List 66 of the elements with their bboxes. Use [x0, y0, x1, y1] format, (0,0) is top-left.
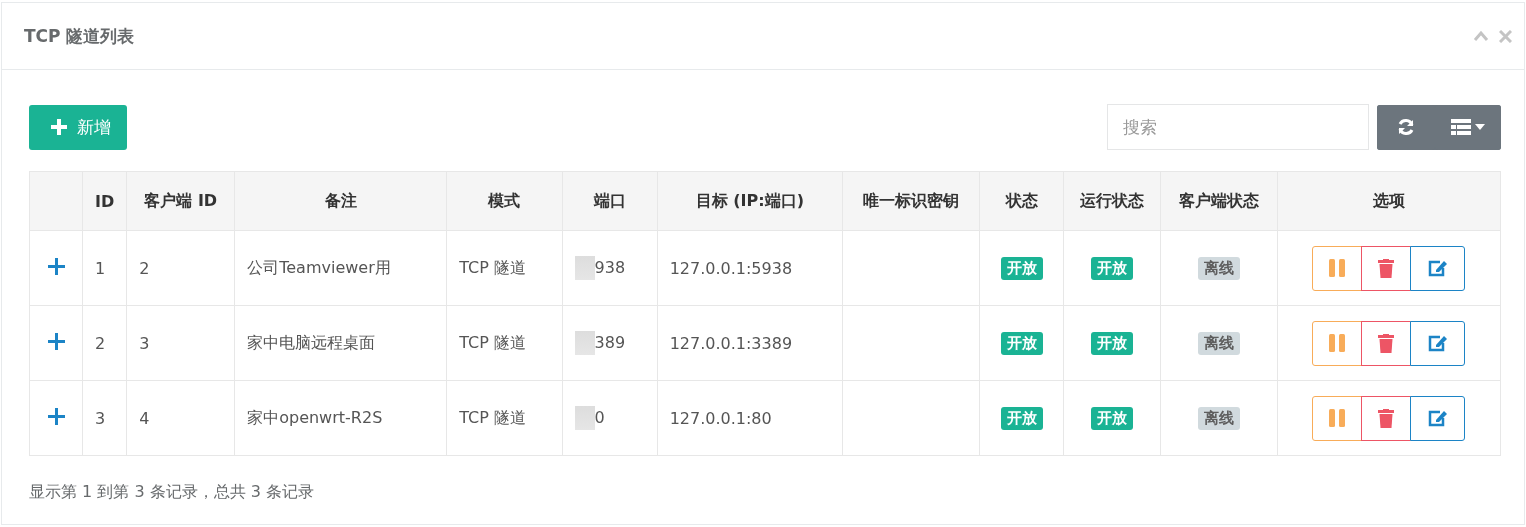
table-cell: 2 — [126, 230, 235, 306]
redaction-mark — [574, 331, 595, 355]
caret-icon — [1475, 124, 1485, 130]
port-text: 0 — [594, 407, 605, 427]
table-cell: 4 — [126, 380, 235, 456]
search-field[interactable]: 搜索 — [1107, 104, 1369, 150]
table-cell: 127.0.0.1:5938 — [657, 230, 843, 306]
column-header[interactable]: 唯一标识密钥 — [842, 171, 980, 231]
table-cell: TCP 隧道 — [446, 380, 563, 456]
delete-button[interactable] — [1361, 395, 1412, 441]
status-badge: 开放 — [1000, 406, 1043, 430]
status-badge: 开放 — [1091, 331, 1134, 355]
status-badge: 开放 — [1091, 406, 1134, 430]
table-cell: 2 — [82, 305, 127, 381]
table-cell: 公司Teamviewer用 — [234, 230, 447, 306]
table-cell: 家中openwrt-R2S — [234, 380, 447, 456]
edit-button[interactable] — [1410, 245, 1466, 291]
edit-icon — [1427, 334, 1448, 352]
pause-icon — [1329, 259, 1346, 277]
edit-button[interactable] — [1410, 320, 1466, 366]
redaction-mark — [574, 406, 595, 430]
table-icon — [1451, 119, 1471, 135]
table-cell: 1 — [82, 230, 127, 306]
edit-icon — [1427, 259, 1448, 277]
expand-icon[interactable] — [47, 332, 65, 350]
table-cell: 127.0.0.1:3389 — [657, 305, 843, 381]
column-header[interactable]: 客户端状态 — [1160, 171, 1278, 231]
column-header[interactable]: ID — [82, 171, 127, 231]
plus-icon — [49, 117, 69, 137]
trash-icon — [1378, 258, 1395, 278]
edit-icon — [1427, 409, 1448, 427]
table-cell: TCP 隧道 — [446, 305, 563, 381]
column-header[interactable]: 目标 (IP:端口) — [657, 171, 843, 231]
expand-icon[interactable] — [47, 257, 65, 275]
expand-icon[interactable] — [47, 407, 65, 425]
port-text: 389 — [594, 332, 626, 352]
port-text: 938 — [594, 257, 626, 277]
status-badge: 离线 — [1198, 256, 1241, 280]
pagination-info: 显示第 1 到第 3 条记录，总共 3 条记录 — [29, 482, 316, 503]
column-header[interactable]: 端口 — [562, 171, 658, 231]
pause-icon — [1329, 409, 1346, 427]
status-badge: 开放 — [1091, 256, 1134, 280]
panel-title: TCP 隧道列表 — [24, 24, 135, 48]
status-badge: 开放 — [1000, 331, 1043, 355]
column-header[interactable]: 状态 — [979, 171, 1064, 231]
table-cell: TCP 隧道 — [446, 230, 563, 306]
table-cell: 127.0.0.1:80 — [657, 380, 843, 456]
status-badge: 开放 — [1000, 256, 1043, 280]
delete-button[interactable] — [1361, 320, 1412, 366]
column-header[interactable]: 模式 — [446, 171, 563, 231]
status-badge: 离线 — [1198, 406, 1241, 430]
table-cell: 3 — [82, 380, 127, 456]
redaction-mark — [574, 256, 595, 280]
column-header[interactable]: 选项 — [1277, 171, 1501, 231]
delete-button[interactable] — [1361, 245, 1412, 291]
status-badge: 离线 — [1198, 331, 1241, 355]
trash-icon — [1378, 408, 1395, 428]
table-cell: 家中电脑远程桌面 — [234, 305, 447, 381]
trash-icon — [1378, 333, 1395, 353]
pause-icon — [1329, 334, 1346, 352]
column-header[interactable]: 运行状态 — [1063, 171, 1161, 231]
column-header[interactable]: 备注 — [234, 171, 447, 231]
refresh-icon — [1396, 117, 1416, 137]
column-header[interactable]: 客户端 ID — [126, 171, 235, 231]
edit-button[interactable] — [1410, 395, 1466, 441]
table-cell: 3 — [126, 305, 235, 381]
